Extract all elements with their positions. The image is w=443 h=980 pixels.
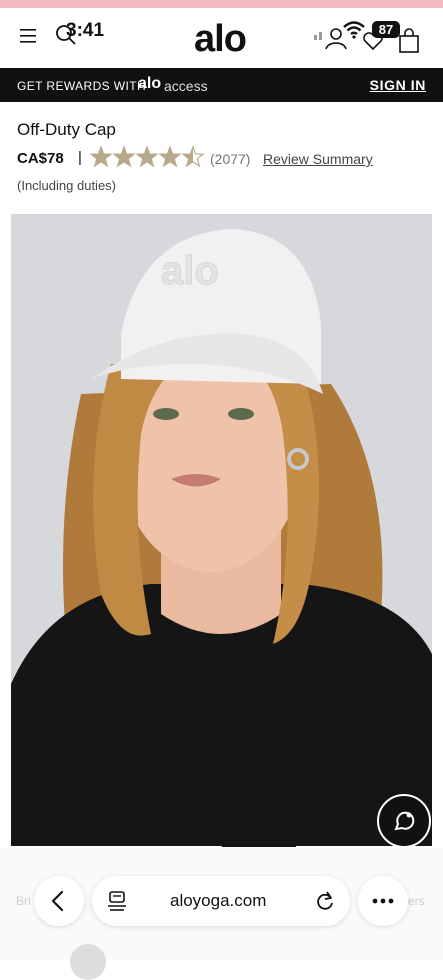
chat-button[interactable] bbox=[377, 794, 431, 848]
more-icon bbox=[372, 898, 394, 904]
partial-thumbnail bbox=[70, 944, 106, 980]
faded-tab-label-right: ers bbox=[408, 894, 425, 908]
svg-text:alo: alo bbox=[161, 249, 219, 293]
rewards-brand-logo: alo bbox=[138, 75, 162, 92]
browser-more-button[interactable] bbox=[358, 876, 408, 926]
url-text: aloyoga.com bbox=[170, 891, 267, 910]
rewards-banner: GET REWARDS WITH alo access SIGN IN bbox=[0, 68, 443, 102]
battery-indicator: 87 bbox=[372, 21, 400, 38]
product-title: Off-Duty Cap bbox=[17, 120, 116, 139]
review-summary-link[interactable]: Review Summary bbox=[263, 151, 373, 167]
reload-icon[interactable] bbox=[315, 890, 335, 912]
faded-tab-label-left: Bri bbox=[16, 894, 31, 908]
site-header: 3:41 alo 87 bbox=[0, 8, 443, 68]
sign-in-link[interactable]: SIGN IN bbox=[370, 77, 426, 93]
brand-logo[interactable]: alo bbox=[194, 18, 247, 61]
browser-back-button[interactable] bbox=[34, 876, 84, 926]
product-price: CA$78 bbox=[17, 150, 64, 167]
address-bar[interactable]: aloyoga.com bbox=[92, 876, 350, 926]
star-icon bbox=[135, 145, 159, 168]
rewards-brand-sub: access bbox=[164, 78, 208, 94]
bag-icon[interactable] bbox=[398, 28, 420, 54]
model-photo-illustration: alo bbox=[11, 214, 432, 846]
rewards-text: GET REWARDS WITH bbox=[17, 79, 147, 93]
back-icon bbox=[51, 890, 64, 912]
top-accent-bar bbox=[0, 0, 443, 8]
chat-icon bbox=[394, 811, 415, 831]
reader-icon[interactable] bbox=[108, 891, 126, 911]
star-icon bbox=[90, 145, 113, 168]
star-rating[interactable] bbox=[90, 145, 205, 169]
carousel-indicator bbox=[222, 844, 296, 847]
star-icon bbox=[181, 145, 205, 168]
price-separator: | bbox=[78, 149, 82, 166]
duties-note: (Including duties) bbox=[17, 178, 116, 193]
product-image[interactable]: alo bbox=[11, 214, 432, 846]
star-icon bbox=[158, 145, 182, 168]
status-time: 3:41 bbox=[66, 20, 105, 41]
review-count: (2077) bbox=[210, 151, 251, 167]
menu-icon[interactable] bbox=[20, 28, 42, 44]
star-icon bbox=[112, 145, 136, 168]
